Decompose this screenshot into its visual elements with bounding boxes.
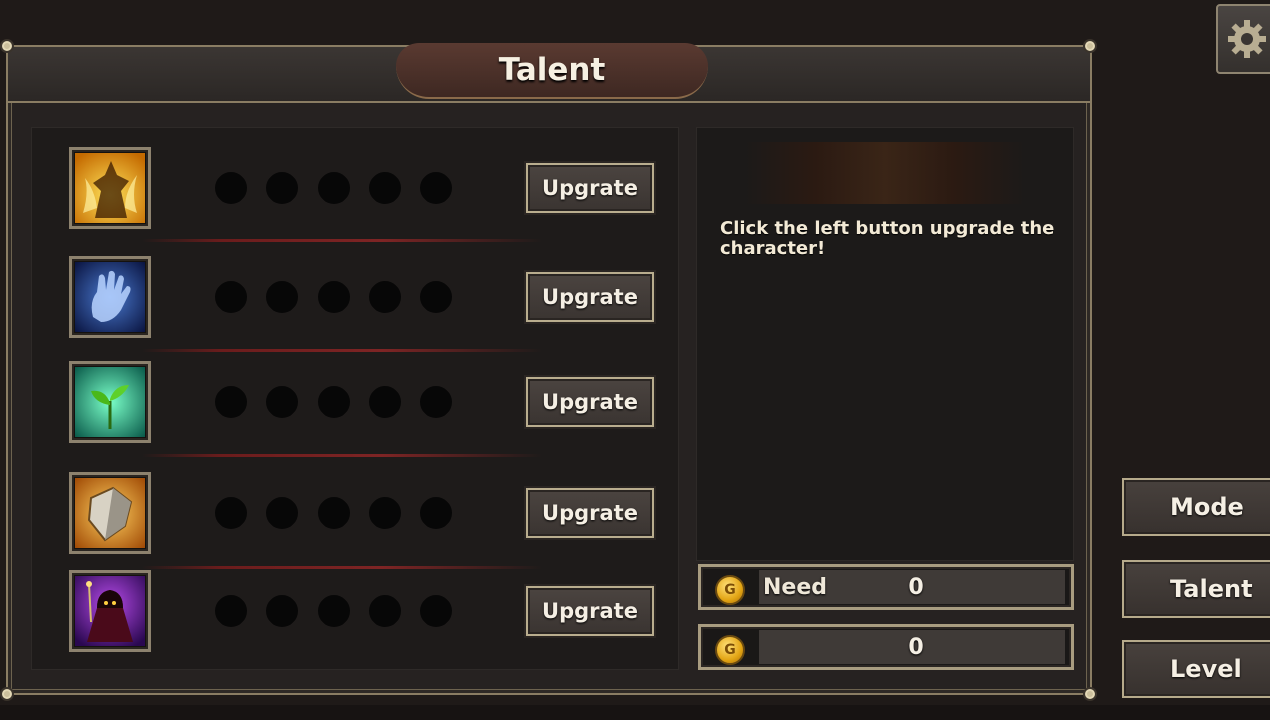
gear-icon	[1228, 20, 1266, 58]
talent-row: Upgrate	[32, 352, 680, 452]
level-dot	[266, 386, 298, 418]
level-dot	[318, 281, 350, 313]
level-dot	[369, 595, 401, 627]
talent-row: Upgrate	[32, 561, 680, 661]
level-dot	[420, 386, 452, 418]
level-dot	[369, 172, 401, 204]
talent-icon-slot[interactable]	[69, 147, 151, 229]
level-dot	[215, 595, 247, 627]
ghost-hand-icon	[75, 262, 145, 332]
level-dot	[369, 386, 401, 418]
level-dot	[420, 595, 452, 627]
bottom-strip	[0, 705, 1270, 720]
level-dot	[420, 172, 452, 204]
level-dot	[266, 497, 298, 529]
upgrade-button[interactable]: Upgrate	[526, 272, 654, 322]
row-divider	[142, 454, 542, 457]
hooded-figure-icon	[75, 576, 145, 646]
settings-button[interactable]	[1216, 4, 1270, 74]
level-dot	[266, 595, 298, 627]
talent-row: Upgrate	[32, 138, 680, 238]
upgrade-button[interactable]: Upgrate	[526, 377, 654, 427]
fire-figure-icon	[75, 153, 145, 223]
level-dot	[215, 386, 247, 418]
talent-icon-slot[interactable]	[69, 361, 151, 443]
level-dot	[420, 281, 452, 313]
upgrade-button[interactable]: Upgrate	[526, 488, 654, 538]
level-dot	[215, 497, 247, 529]
gold-coin-icon: G	[715, 575, 745, 605]
level-dot	[215, 281, 247, 313]
info-banner	[745, 142, 1025, 204]
level-button[interactable]: Level	[1122, 640, 1270, 698]
level-dot	[369, 497, 401, 529]
level-dot	[318, 172, 350, 204]
gold-owned-bar: G 0	[698, 624, 1074, 670]
level-dot	[266, 172, 298, 204]
info-message: Click the left button upgrade the charac…	[720, 218, 1055, 259]
owned-gold-value: 0	[908, 635, 924, 660]
rivet-top-left	[0, 39, 14, 53]
level-dot	[266, 281, 298, 313]
need-label: Need	[763, 575, 828, 600]
level-dot	[215, 172, 247, 204]
talent-icon-slot[interactable]	[69, 256, 151, 338]
rivet-top-right	[1083, 39, 1097, 53]
upgrade-button[interactable]: Upgrate	[526, 586, 654, 636]
mode-button[interactable]: Mode	[1122, 478, 1270, 536]
talent-row: Upgrate	[32, 463, 680, 563]
talent-button[interactable]: Talent	[1122, 560, 1270, 618]
rivet-bottom-left	[0, 687, 14, 701]
need-value: 0	[908, 575, 924, 600]
gold-coin-icon: G	[715, 635, 745, 665]
row-divider	[142, 239, 542, 242]
level-dot	[369, 281, 401, 313]
level-dot	[318, 497, 350, 529]
gold-need-bar: G Need 0	[698, 564, 1074, 610]
sprout-icon	[75, 367, 145, 437]
window-title: Talent	[396, 43, 708, 99]
level-dot	[420, 497, 452, 529]
rivet-bottom-right	[1083, 687, 1097, 701]
level-dot	[318, 595, 350, 627]
talent-icon-slot[interactable]	[69, 570, 151, 652]
upgrade-button[interactable]: Upgrate	[526, 163, 654, 213]
level-dot	[318, 386, 350, 418]
talent-row: Upgrate	[32, 247, 680, 347]
talent-icon-slot[interactable]	[69, 472, 151, 554]
talent-list: Upgrate Upgrate Upgrate Upgrate Upgrate	[31, 127, 679, 670]
shield-icon	[75, 478, 145, 548]
